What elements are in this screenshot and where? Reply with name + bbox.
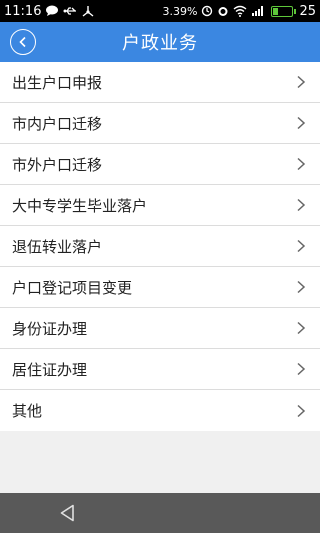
chevron-right-icon xyxy=(296,239,306,253)
list-item-label: 出生户口申报 xyxy=(12,73,103,92)
app-header: 户政业务 xyxy=(0,22,320,62)
nav-back-button[interactable] xyxy=(58,503,78,523)
status-right: 3.39% 25 xyxy=(163,4,317,19)
list-item-label: 其他 xyxy=(12,402,43,420)
chevron-right-icon xyxy=(296,321,306,335)
sync-icon xyxy=(201,5,213,17)
list-item-intra-city-transfer[interactable]: 市内户口迁移 xyxy=(0,103,320,144)
list-item-label: 户口登记项目变更 xyxy=(12,278,133,297)
list-item-label: 退伍转业落户 xyxy=(12,237,103,256)
page-title: 户政业务 xyxy=(122,33,198,54)
battery-level: 25 xyxy=(299,3,316,19)
chevron-right-icon xyxy=(296,157,306,171)
list-item-graduate-settlement[interactable]: 大中专学生毕业落户 xyxy=(0,185,320,226)
status-time: 11:16 xyxy=(4,3,42,19)
status-left: 11:16 xyxy=(4,4,95,19)
wifi-icon xyxy=(233,5,247,17)
battery-percent: 3.39% xyxy=(162,4,198,18)
chevron-right-icon xyxy=(296,75,306,89)
list-item-birth-registration[interactable]: 出生户口申报 xyxy=(0,62,320,103)
usb-icon xyxy=(63,5,77,17)
list-item-label: 市内户口迁移 xyxy=(12,114,103,133)
chevron-right-icon xyxy=(296,362,306,376)
chevron-right-icon xyxy=(296,404,306,418)
chevron-right-icon xyxy=(296,280,306,294)
status-bar: 11:16 3.39% 25 xyxy=(0,0,320,22)
list-item-label: 居住证办理 xyxy=(12,360,88,379)
list-item-veteran-settlement[interactable]: 退伍转业落户 xyxy=(0,226,320,267)
chevron-right-icon xyxy=(296,116,306,130)
back-circle-icon xyxy=(19,36,26,48)
alarm-icon xyxy=(217,5,229,17)
network-icon xyxy=(81,5,95,17)
service-menu-list: 出生户口申报 市内户口迁移 市外户口迁移 大中专学生毕业落户 退伍转业落户 户口… xyxy=(0,62,320,431)
message-icon xyxy=(45,5,59,17)
back-button[interactable] xyxy=(10,29,36,55)
battery-icon xyxy=(271,5,297,17)
list-item-label: 大中专学生毕业落户 xyxy=(12,196,148,215)
list-item-inter-city-transfer[interactable]: 市外户口迁移 xyxy=(0,144,320,185)
list-item-label: 市外户口迁移 xyxy=(12,155,103,174)
list-item-label: 身份证办理 xyxy=(12,319,88,338)
list-item-other[interactable]: 其他 xyxy=(0,390,320,431)
chevron-right-icon xyxy=(296,198,306,212)
signal-icon xyxy=(251,5,265,17)
list-item-id-card[interactable]: 身份证办理 xyxy=(0,308,320,349)
list-item-registration-change[interactable]: 户口登记项目变更 xyxy=(0,267,320,308)
system-nav-bar xyxy=(0,493,320,533)
battery-fill xyxy=(273,7,279,15)
nav-back-triangle-icon xyxy=(60,504,74,522)
list-item-residence-permit[interactable]: 居住证办理 xyxy=(0,349,320,390)
